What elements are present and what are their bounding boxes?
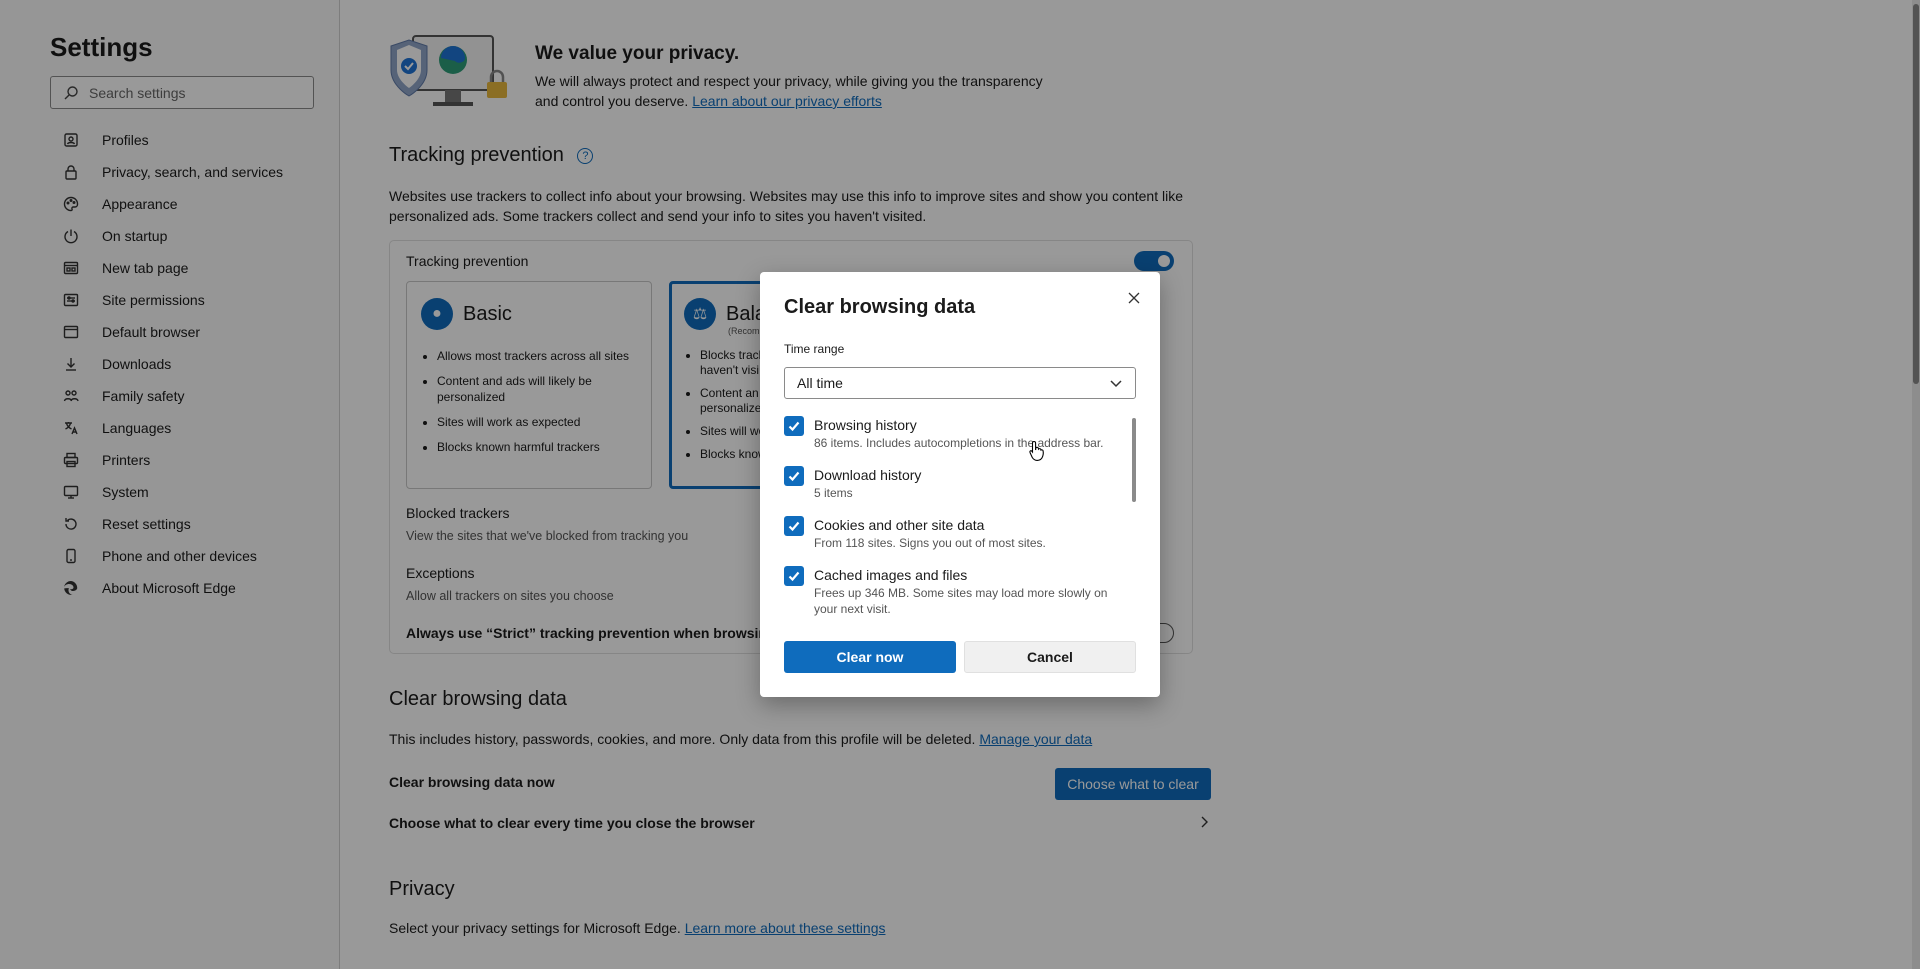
option-sub: Frees up 346 MB. Some sites may load mor… xyxy=(814,586,1108,616)
chevron-down-icon xyxy=(1110,380,1122,388)
checkmark-icon xyxy=(788,471,800,482)
time-range-value: All time xyxy=(797,375,843,391)
browsing-history-checkbox[interactable] xyxy=(784,416,804,436)
option-browsing-history: Browsing history 86 items. Includes auto… xyxy=(784,416,1124,466)
time-range-label: Time range xyxy=(784,342,845,356)
option-sub: 5 items xyxy=(814,486,853,500)
time-range-select[interactable]: All time xyxy=(784,367,1136,399)
option-sub: From 118 sites. Signs you out of most si… xyxy=(814,536,1046,550)
download-history-checkbox[interactable] xyxy=(784,466,804,486)
option-cookies: Cookies and other site data From 118 sit… xyxy=(784,516,1124,566)
dialog-scrollbar[interactable] xyxy=(1132,418,1136,502)
clear-now-button[interactable]: Clear now xyxy=(784,641,956,673)
checkmark-icon xyxy=(788,521,800,532)
option-title: Download history xyxy=(814,467,922,483)
option-sub: 86 items. Includes autocompletions in th… xyxy=(814,436,1104,450)
data-options-list[interactable]: Browsing history 86 items. Includes auto… xyxy=(784,416,1124,626)
clear-browsing-data-dialog: Clear browsing data Time range All time … xyxy=(760,272,1160,697)
option-cached-images: Cached images and files Frees up 346 MB.… xyxy=(784,566,1124,626)
option-title: Browsing history xyxy=(814,417,917,433)
option-download-history: Download history 5 items xyxy=(784,466,1124,516)
cookies-checkbox[interactable] xyxy=(784,516,804,536)
hand-cursor-icon xyxy=(1029,440,1044,461)
dialog-title: Clear browsing data xyxy=(784,296,976,318)
cached-images-checkbox[interactable] xyxy=(784,566,804,586)
cancel-button[interactable]: Cancel xyxy=(964,641,1136,673)
option-title: Cookies and other site data xyxy=(814,517,985,533)
option-title: Cached images and files xyxy=(814,567,968,583)
checkmark-icon xyxy=(788,571,800,582)
checkmark-icon xyxy=(788,421,800,432)
close-icon[interactable] xyxy=(1122,286,1146,310)
